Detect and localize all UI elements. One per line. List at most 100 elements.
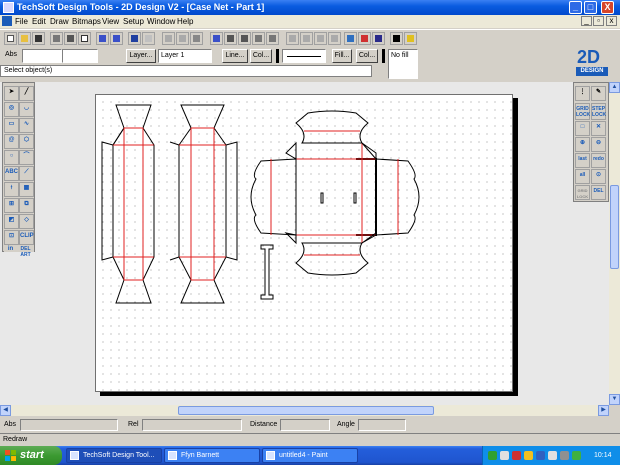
redo-icon[interactable] — [142, 32, 155, 45]
step-lock-button[interactable]: STEP LOCK — [591, 103, 606, 120]
text-icon[interactable] — [128, 32, 141, 45]
grid-icon[interactable] — [252, 32, 265, 45]
circle-tool-icon[interactable]: ◎ — [4, 102, 19, 117]
pen-icon[interactable] — [372, 32, 385, 45]
paste-icon[interactable] — [96, 32, 109, 45]
connection-icon[interactable] — [536, 451, 545, 460]
curve-tool-icon[interactable]: ∿ — [19, 118, 34, 133]
text-tool-icon[interactable]: ABC — [4, 166, 19, 181]
line-tool-icon[interactable]: ╱ — [19, 86, 34, 101]
display-icon[interactable] — [548, 451, 557, 460]
bitmap-icon[interactable] — [328, 32, 341, 45]
menu-edit[interactable]: Edit — [32, 16, 46, 27]
scroll-right-icon[interactable]: ▶ — [598, 405, 609, 416]
del-last-button[interactable]: DEL — [591, 185, 606, 200]
volume-icon[interactable] — [524, 451, 533, 460]
stand-part[interactable] — [260, 244, 274, 300]
menu-view[interactable]: View — [102, 16, 119, 27]
pan-icon[interactable]: ⊙ — [591, 169, 606, 184]
menu-bitmaps[interactable]: Bitmaps — [72, 16, 101, 27]
tube-net-left[interactable] — [101, 104, 155, 304]
close-button[interactable]: X — [601, 1, 614, 14]
undo-icon[interactable] — [110, 32, 123, 45]
antivirus-icon[interactable] — [512, 451, 521, 460]
color-icon[interactable] — [358, 32, 371, 45]
scale-icon[interactable] — [238, 32, 251, 45]
save-icon[interactable] — [32, 32, 45, 45]
drawing-sheet[interactable] — [95, 94, 513, 392]
fill-color-button[interactable]: Col... — [356, 49, 378, 63]
document-icon[interactable] — [2, 16, 12, 26]
copy-icon[interactable] — [78, 32, 91, 45]
menu-file[interactable]: File — [15, 16, 28, 27]
hatch-tool-icon[interactable]: ▦ — [19, 182, 34, 197]
rectangle-tool-icon[interactable]: ▭ — [4, 118, 19, 133]
all-button[interactable]: all — [575, 169, 590, 184]
last-button[interactable]: last — [575, 153, 590, 168]
box-net[interactable] — [250, 110, 420, 276]
cut-icon[interactable] — [64, 32, 77, 45]
clip-tool-icon[interactable]: CLIP — [19, 230, 34, 245]
network-icon[interactable] — [488, 451, 497, 460]
mirror-tool-icon[interactable]: ◩ — [4, 214, 19, 229]
menu-setup[interactable]: Setup — [123, 16, 144, 27]
mdi-minimize-button[interactable]: _ — [581, 16, 592, 26]
select-arrow-icon[interactable]: ➤ — [4, 86, 19, 101]
vertical-scroll-thumb[interactable] — [610, 185, 619, 269]
group-icon[interactable] — [286, 32, 299, 45]
ungroup-icon[interactable] — [300, 32, 313, 45]
menu-window[interactable]: Window — [147, 16, 175, 27]
tube-net-right[interactable] — [169, 104, 238, 304]
layer-button[interactable]: Layer... — [126, 49, 156, 63]
menu-draw[interactable]: Draw — [50, 16, 69, 27]
ellipse-tool-icon[interactable]: ○ — [4, 150, 19, 165]
line-style-field[interactable] — [282, 49, 326, 63]
pen-icon[interactable]: ✎ — [591, 86, 606, 101]
scroll-down-icon[interactable]: ▼ — [609, 394, 620, 405]
whats-this-icon[interactable] — [390, 32, 403, 45]
redo-button[interactable]: redo — [591, 153, 606, 168]
trim-tool-icon[interactable]: ⟊ — [4, 182, 19, 197]
snap-icon[interactable] — [266, 32, 279, 45]
zoom-in-icon[interactable]: ⊕ — [575, 137, 590, 152]
in-tool-icon[interactable]: in — [4, 246, 19, 252]
grid-dots-icon[interactable]: ⋮ — [575, 86, 590, 101]
taskbar-item-ffyn-barnett[interactable]: Ffyn Barnett — [164, 448, 260, 463]
line-color-button[interactable]: Col... — [250, 49, 272, 63]
grid-lock-button[interactable]: GRID LOCK — [575, 103, 590, 120]
fill-button[interactable]: Fill... — [332, 49, 352, 63]
pivot-tool-icon[interactable]: ⊡ — [4, 230, 19, 245]
usb-icon[interactable] — [560, 451, 569, 460]
case-net-drawing[interactable] — [96, 95, 514, 393]
erase-tool-icon[interactable]: ◇ — [19, 214, 34, 229]
fill-style-field[interactable]: No fill — [388, 49, 418, 79]
scroll-left-icon[interactable]: ◀ — [0, 405, 11, 416]
horizontal-scroll-thumb[interactable] — [178, 406, 434, 415]
arc-tool-icon[interactable]: ◡ — [19, 102, 34, 117]
square-icon[interactable]: □ — [575, 121, 590, 136]
menu-help[interactable]: Help — [177, 16, 193, 27]
maximize-button[interactable]: □ — [584, 1, 597, 14]
copy-tool-icon[interactable]: ⧉ — [19, 198, 34, 213]
title-bar[interactable]: TechSoft Design Tools - 2D Design V2 - [… — [0, 0, 620, 15]
zoom-icon[interactable] — [190, 32, 203, 45]
mdi-close-button[interactable]: x — [606, 16, 617, 26]
align-left-icon[interactable] — [162, 32, 175, 45]
fillet-tool-icon[interactable]: ⌒ — [19, 150, 34, 165]
app-icon[interactable] — [3, 2, 14, 13]
rotate-icon[interactable] — [224, 32, 237, 45]
shield-icon[interactable] — [500, 451, 509, 460]
color-swatch[interactable] — [276, 49, 279, 63]
align-right-icon[interactable] — [176, 32, 189, 45]
zoom-out-icon[interactable]: ⊖ — [591, 137, 606, 152]
layer-icon[interactable] — [314, 32, 327, 45]
move-tool-icon[interactable]: ⊞ — [4, 198, 19, 213]
layer-select[interactable]: Layer 1 — [158, 49, 212, 63]
new-icon[interactable] — [4, 32, 17, 45]
abs-x-field[interactable] — [22, 49, 62, 63]
help-icon[interactable] — [404, 32, 417, 45]
print-icon[interactable] — [50, 32, 63, 45]
line-button[interactable]: Line... — [222, 49, 248, 63]
taskbar-item-paint[interactable]: untitled4 - Paint — [262, 448, 358, 463]
abs-y-field[interactable] — [62, 49, 98, 63]
